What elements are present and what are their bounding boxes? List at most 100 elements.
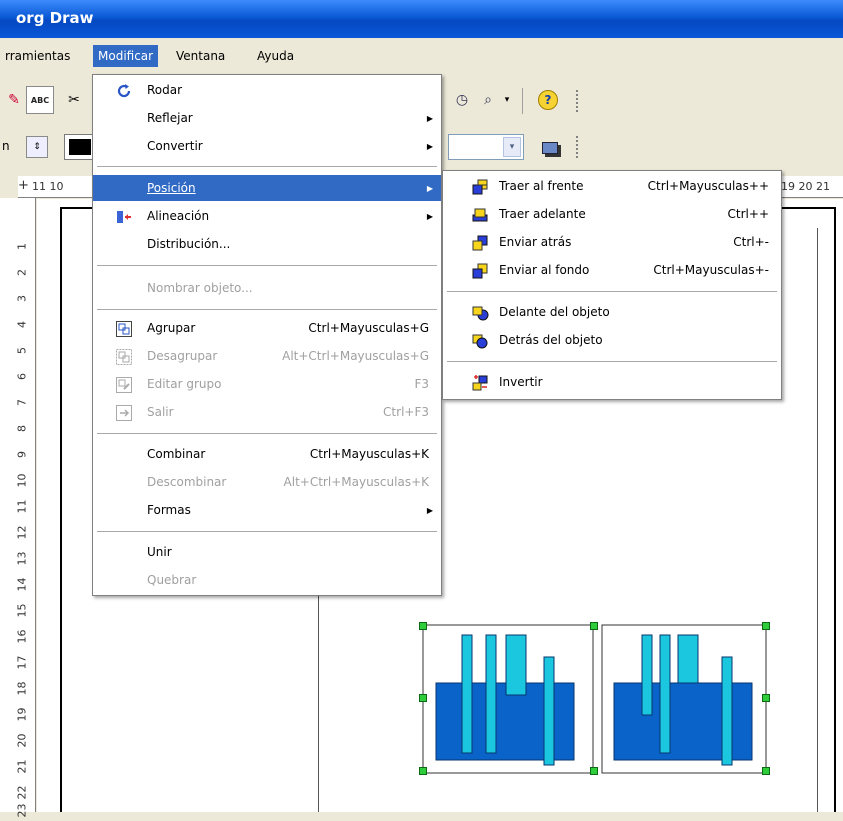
- menu-bar: rramientas Modificar Ventana Ayuda: [0, 38, 843, 74]
- menu-item-formas[interactable]: Formas ▶: [93, 497, 441, 525]
- submenu-item-enviar-atras[interactable]: Enviar atrás Ctrl+-: [443, 229, 781, 257]
- menu-item-nombrar-objeto[interactable]: Nombrar objeto...: [93, 275, 441, 303]
- help-icon: ?: [538, 90, 558, 110]
- navigator-icon[interactable]: ◷: [448, 86, 476, 114]
- menu-item-rodar[interactable]: Rodar: [93, 77, 441, 105]
- spin-button-icon[interactable]: ⇕: [26, 136, 48, 158]
- menu-ventana[interactable]: Ventana: [171, 47, 230, 65]
- menu-item-distribucion[interactable]: Distribución...: [93, 231, 441, 259]
- toolbar-grip: [576, 136, 584, 158]
- submenu-item-invertir[interactable]: Invertir: [443, 369, 781, 397]
- menu-item-label: Distribución...: [147, 237, 231, 251]
- ruler-number: 3: [15, 295, 29, 302]
- selection-handle[interactable]: [590, 622, 598, 630]
- ruler-number: 13: [15, 551, 29, 566]
- submenu-arrow-icon: ▶: [426, 114, 433, 123]
- ruler-number: 10: [15, 473, 29, 488]
- submenu-item-detras-del-objeto[interactable]: Detrás del objeto: [443, 327, 781, 355]
- menu-item-unir[interactable]: Unir: [93, 539, 441, 567]
- spellcheck-button[interactable]: ABC: [26, 86, 54, 114]
- cyan-bar: [543, 656, 555, 766]
- menu-item-posicion[interactable]: Posición ▶: [93, 175, 441, 201]
- menu-item-label: Traer al frente: [499, 179, 584, 193]
- submenu-item-delante-del-objeto[interactable]: Delante del objeto: [443, 299, 781, 327]
- font-name-fragment: n: [2, 139, 10, 153]
- selection-handle[interactable]: [762, 767, 770, 775]
- menu-item-editar-grupo[interactable]: Editar grupo F3: [93, 371, 441, 399]
- selection-handle[interactable]: [419, 622, 427, 630]
- menu-item-label: Detrás del objeto: [499, 333, 603, 347]
- toolbar-separator: [522, 88, 528, 114]
- menu-item-salir[interactable]: Salir Ctrl+F3: [93, 399, 441, 427]
- menu-item-shortcut: Alt+Ctrl+Mayusculas+K: [283, 475, 429, 489]
- menu-item-reflejar[interactable]: Reflejar ▶: [93, 105, 441, 133]
- menu-item-shortcut: Ctrl+Mayusculas+K: [309, 447, 429, 461]
- help-button[interactable]: ?: [534, 86, 562, 114]
- menu-item-label: Descombinar: [147, 475, 227, 489]
- menu-item-shortcut: Ctrl++: [727, 207, 769, 221]
- cyan-bar: [641, 634, 653, 716]
- menu-item-alineacion[interactable]: Alineación ▶: [93, 203, 441, 231]
- menu-item-label: Formas: [147, 503, 191, 517]
- menu-herramientas[interactable]: rramientas: [0, 47, 75, 65]
- scissors-icon[interactable]: ✂: [60, 86, 88, 114]
- selection-handle[interactable]: [762, 622, 770, 630]
- ruler-number: 23: [15, 803, 29, 818]
- selection-handle[interactable]: [419, 767, 427, 775]
- submenu-arrow-icon: ▶: [426, 184, 433, 193]
- menu-item-quebrar[interactable]: Quebrar: [93, 567, 441, 595]
- ruler-number: 17: [15, 655, 29, 670]
- submenu-item-enviar-al-fondo[interactable]: Enviar al fondo Ctrl+Mayusculas+-: [443, 257, 781, 285]
- menu-separator: [97, 433, 437, 434]
- menu-item-combinar[interactable]: Combinar Ctrl+Mayusculas+K: [93, 441, 441, 469]
- align-icon: [117, 211, 131, 223]
- menu-item-descombinar[interactable]: Descombinar Alt+Ctrl+Mayusculas+K: [93, 469, 441, 497]
- menu-separator: [447, 291, 777, 292]
- menu-item-label: Enviar al fondo: [499, 263, 590, 277]
- shadow-icon[interactable]: [536, 134, 564, 162]
- selected-objects[interactable]: [410, 615, 780, 780]
- menu-item-agrupar[interactable]: Agrupar Ctrl+Mayusculas+G: [93, 315, 441, 343]
- zoom-icon[interactable]: ⌕: [474, 86, 502, 114]
- ruler-number: 18: [15, 681, 29, 696]
- cyan-bar: [677, 634, 699, 684]
- menu-item-label: Unir: [147, 545, 172, 559]
- menu-modificar[interactable]: Modificar: [93, 45, 159, 67]
- ungroup-icon: [116, 349, 132, 365]
- modificar-menu: Rodar Reflejar ▶ Convertir ▶ Posición ▶ …: [92, 74, 442, 596]
- ruler-origin-icon[interactable]: +: [18, 178, 29, 193]
- cyan-bar: [721, 656, 733, 766]
- ruler-number: 8: [15, 425, 29, 432]
- menu-item-desagrupar[interactable]: Desagrupar Alt+Ctrl+Mayusculas+G: [93, 343, 441, 371]
- selection-handle[interactable]: [762, 694, 770, 702]
- zoom-dropdown-icon[interactable]: ▾: [500, 86, 514, 114]
- submenu-item-traer-al-frente[interactable]: Traer al frente Ctrl+Mayusculas++: [443, 173, 781, 201]
- menu-item-label: Delante del objeto: [499, 305, 610, 319]
- posicion-submenu: Traer al frente Ctrl+Mayusculas++ Traer …: [442, 170, 782, 400]
- cyan-bar: [485, 634, 497, 754]
- line-color-box[interactable]: [64, 134, 94, 160]
- in-front-of-object-icon: [472, 306, 489, 321]
- cyan-bar: [659, 634, 671, 754]
- menu-item-label: Editar grupo: [147, 377, 222, 391]
- vertical-ruler: 1 2 3 4 5 6 7 8 9 10 11 12 13 14 15 16 1…: [0, 198, 36, 818]
- bring-forward-icon: [472, 208, 488, 222]
- menu-item-label: Convertir: [147, 139, 203, 153]
- menu-item-label: Alineación: [147, 209, 210, 223]
- menu-item-convertir[interactable]: Convertir ▶: [93, 133, 441, 161]
- spellcheck-icon: ABC: [30, 95, 50, 105]
- chevron-down-icon[interactable]: ▾: [503, 137, 521, 157]
- submenu-item-traer-adelante[interactable]: Traer adelante Ctrl++: [443, 201, 781, 229]
- menu-separator: [97, 309, 437, 310]
- menu-item-label: Traer adelante: [499, 207, 586, 221]
- area-style-select[interactable]: ▾: [448, 134, 524, 160]
- selection-handle[interactable]: [419, 694, 427, 702]
- ruler-labels-right: 19 20 21: [781, 180, 830, 193]
- selection-handle[interactable]: [590, 767, 598, 775]
- ruler-number: 20: [15, 733, 29, 748]
- menu-item-label: Enviar atrás: [499, 235, 572, 249]
- menu-ayuda[interactable]: Ayuda: [252, 47, 299, 65]
- brush-icon[interactable]: ✎: [0, 86, 28, 114]
- ruler-number: 16: [15, 629, 29, 644]
- send-to-back-icon: [472, 263, 488, 279]
